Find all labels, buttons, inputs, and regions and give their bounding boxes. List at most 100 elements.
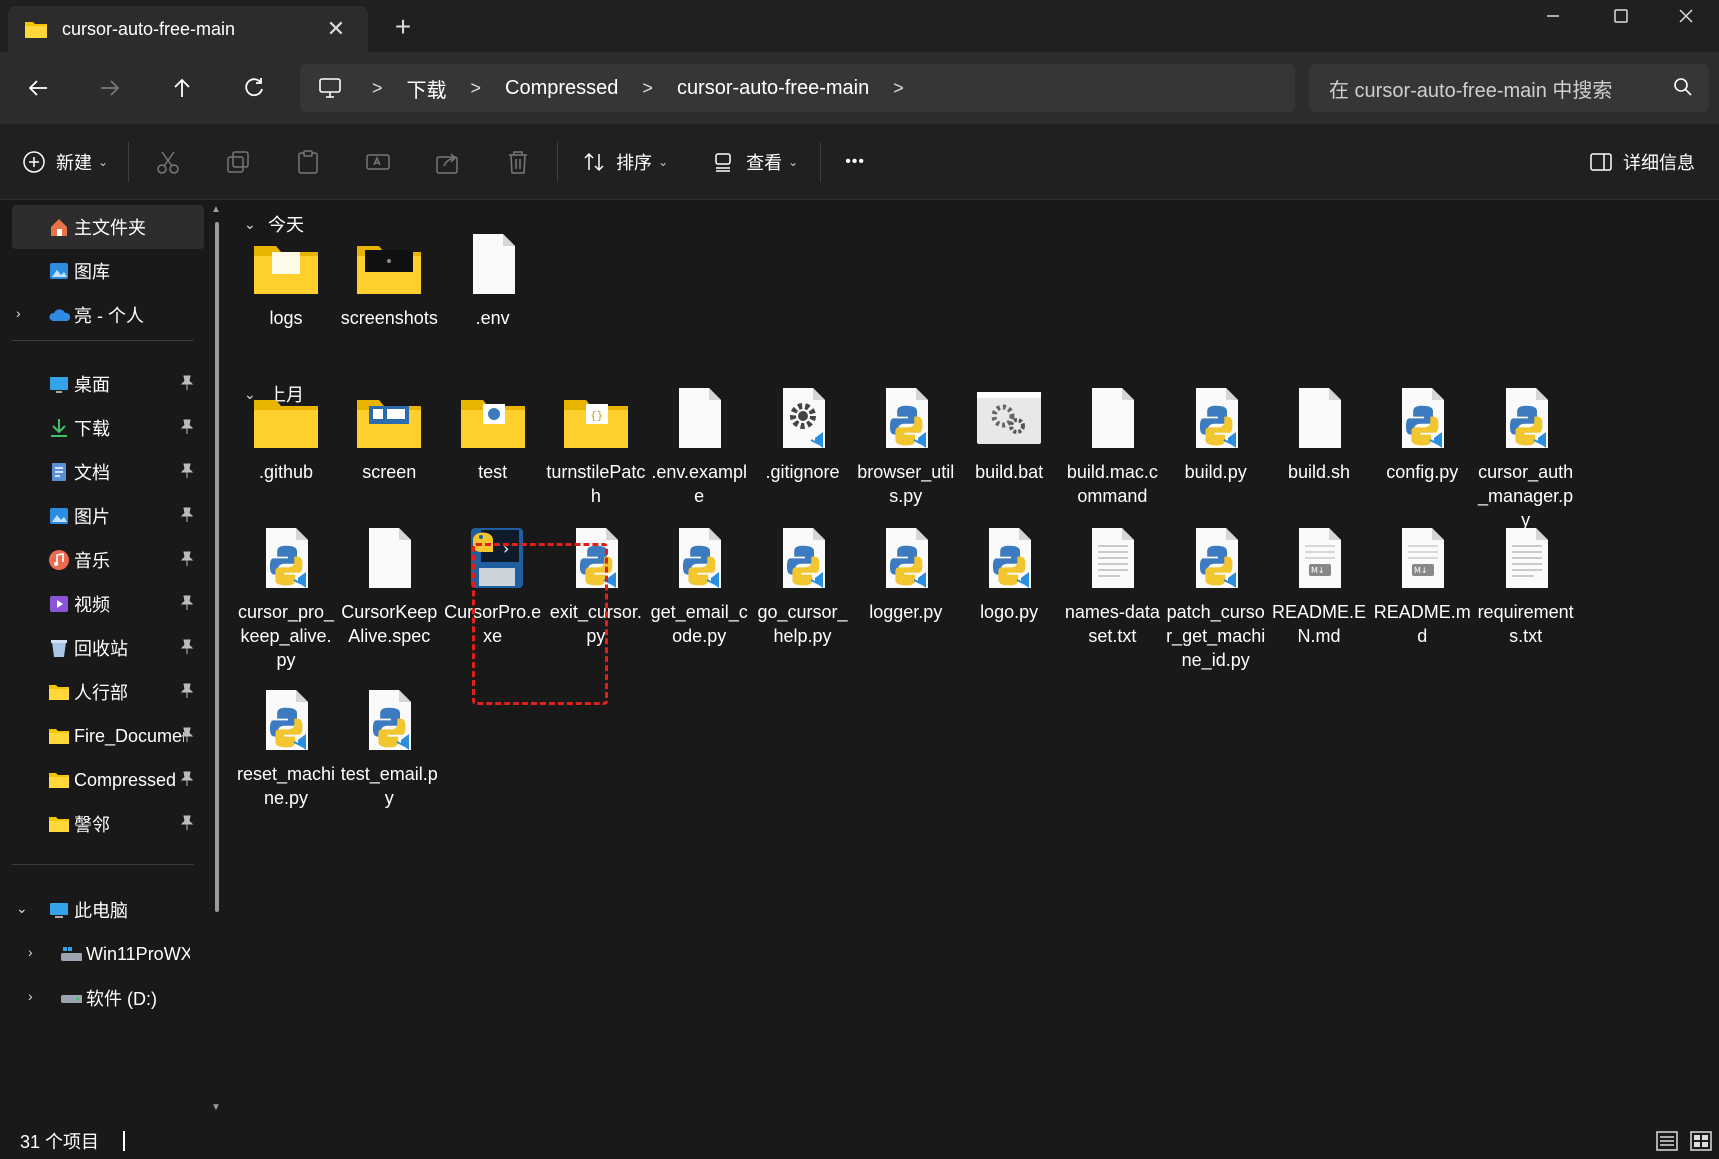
sidebar-item-music[interactable]: 音乐 <box>12 538 204 582</box>
back-button[interactable] <box>18 68 58 108</box>
view-button[interactable]: 查看 ⌄ <box>712 149 798 175</box>
file-item[interactable]: screen <box>337 382 441 484</box>
sidebar-item-this-pc[interactable]: ⌄ 此电脑 <box>12 888 204 932</box>
search-box[interactable]: 在 cursor-auto-free-main 中搜索 <box>1309 64 1709 112</box>
copy-button[interactable] <box>225 149 251 175</box>
pin-icon[interactable] <box>178 638 196 656</box>
file-item[interactable]: .github <box>234 382 338 484</box>
file-item[interactable]: screenshots <box>337 228 441 330</box>
file-item[interactable]: .env <box>441 228 545 330</box>
pin-icon[interactable] <box>178 418 196 436</box>
sidebar-item-recycle-bin[interactable]: 回收站 <box>12 626 204 670</box>
sidebar-item-fire-documents[interactable]: Fire_Documents <box>12 714 204 758</box>
file-item[interactable]: build.mac.command <box>1060 382 1164 508</box>
rename-button[interactable] <box>365 149 391 175</box>
sidebar-item-pictures[interactable]: 图片 <box>12 494 204 538</box>
file-item[interactable]: logo.py <box>957 522 1061 624</box>
scroll-up-arrow[interactable]: ▲ <box>211 204 221 215</box>
breadcrumb-compressed[interactable]: Compressed <box>505 77 618 100</box>
file-name: CursorKeepAlive.spec <box>341 602 438 646</box>
pin-icon[interactable] <box>178 594 196 612</box>
pin-icon[interactable] <box>178 374 196 392</box>
cut-button[interactable] <box>155 149 181 175</box>
file-item[interactable]: browser_utils.py <box>854 382 958 508</box>
breadcrumb-downloads[interactable]: 下载 <box>407 74 447 103</box>
file-item[interactable]: M↓ README.EN.md <box>1267 522 1371 648</box>
sidebar-item-videos[interactable]: 视频 <box>12 582 204 626</box>
details-view-button[interactable] <box>1654 1129 1680 1153</box>
share-button[interactable] <box>435 149 461 175</box>
file-item[interactable]: requirements.txt <box>1474 522 1578 648</box>
breadcrumb-separator[interactable]: > <box>893 78 904 99</box>
up-button[interactable] <box>162 68 202 108</box>
sidebar-item-renhangbu[interactable]: 人行部 <box>12 670 204 714</box>
status-bar: 31 个项目 <box>0 1123 1719 1159</box>
pin-icon[interactable] <box>178 814 196 832</box>
share-icon <box>436 152 458 174</box>
scroll-down-arrow[interactable]: ▼ <box>211 1102 221 1113</box>
close-tab-button[interactable]: ✕ <box>326 18 346 40</box>
chevron-down-icon[interactable]: ⌄ <box>16 900 34 918</box>
pin-icon[interactable] <box>178 550 196 568</box>
sidebar-item-folder[interactable]: 謦邻 <box>12 802 204 846</box>
file-item[interactable]: build.sh <box>1267 382 1371 484</box>
file-item[interactable]: cursor_pro_keep_alive.py <box>234 522 338 672</box>
file-item[interactable]: logs <box>234 228 338 330</box>
details-pane-button[interactable]: 详细信息 <box>1589 149 1695 175</box>
chevron-right-icon[interactable]: › <box>28 988 46 1006</box>
file-item[interactable]: test_email.py <box>337 684 441 810</box>
file-item[interactable]: build.py <box>1164 382 1268 484</box>
pin-icon[interactable] <box>178 462 196 480</box>
sidebar-item-documents[interactable]: 文档 <box>12 450 204 494</box>
sidebar-item-compressed[interactable]: Compressed <box>12 758 204 802</box>
forward-button[interactable] <box>90 68 130 108</box>
file-item[interactable]: {} turnstilePatch <box>544 382 648 508</box>
file-item[interactable]: cursor_auth_manager.py <box>1474 382 1578 532</box>
file-item[interactable]: .env.example <box>647 382 751 508</box>
more-options-button[interactable]: ••• <box>845 153 865 171</box>
file-item[interactable]: build.bat <box>957 382 1061 484</box>
refresh-button[interactable] <box>234 68 274 108</box>
file-item[interactable]: config.py <box>1370 382 1474 484</box>
sort-button[interactable]: 排序 ⌄ <box>582 149 668 175</box>
sidebar-item-drive-c[interactable]: › Win11ProWX64 (C:) <box>12 932 204 976</box>
new-button[interactable]: 新建 ⌄ <box>22 149 108 175</box>
file-item[interactable]: M↓ README.md <box>1370 522 1474 648</box>
file-name: patch_cursor_get_machine_id.py <box>1166 602 1266 670</box>
file-item[interactable]: reset_machine.py <box>234 684 338 810</box>
file-item[interactable]: .gitignore <box>751 382 855 484</box>
pin-icon[interactable] <box>178 770 196 788</box>
file-item[interactable]: patch_cursor_get_machine_id.py <box>1164 522 1268 672</box>
file-item[interactable]: CursorKeepAlive.spec <box>337 522 441 648</box>
address-bar[interactable]: > 下载 > Compressed > cursor-auto-free-mai… <box>300 64 1295 112</box>
chevron-right-icon[interactable]: › <box>16 305 34 323</box>
sidebar-item-downloads[interactable]: 下载 <box>12 406 204 450</box>
file-item[interactable]: names-dataset.txt <box>1060 522 1164 648</box>
active-tab[interactable]: cursor-auto-free-main ✕ <box>8 6 368 52</box>
large-icons-view-button[interactable] <box>1688 1129 1714 1153</box>
delete-button[interactable] <box>505 149 531 175</box>
pin-icon[interactable] <box>178 506 196 524</box>
file-name: build.py <box>1184 462 1247 482</box>
paste-button[interactable] <box>295 149 321 175</box>
new-tab-button[interactable]: + <box>388 12 418 42</box>
file-item[interactable]: go_cursor_help.py <box>751 522 855 648</box>
close-window-button[interactable] <box>1653 0 1719 32</box>
breadcrumb-current-folder[interactable]: cursor-auto-free-main <box>677 77 869 100</box>
minimize-button[interactable] <box>1520 0 1586 32</box>
pin-icon[interactable] <box>178 682 196 700</box>
sidebar-item-desktop[interactable]: 桌面 <box>12 362 204 406</box>
file-item[interactable]: logger.py <box>854 522 958 624</box>
sidebar-item-home[interactable]: 主文件夹 <box>12 205 204 249</box>
sidebar-scrollbar[interactable]: ▲ ▼ <box>211 204 221 1113</box>
file-name: .env <box>475 308 510 328</box>
sidebar-item-gallery[interactable]: 图库 <box>12 249 204 293</box>
pin-icon[interactable] <box>178 726 196 744</box>
chevron-right-icon[interactable]: › <box>28 944 46 962</box>
sidebar-item-drive-d[interactable]: › 软件 (D:) <box>12 976 204 1020</box>
scroll-thumb[interactable] <box>215 222 219 912</box>
maximize-button[interactable] <box>1588 0 1654 32</box>
file-item[interactable]: test <box>441 382 545 484</box>
file-item[interactable]: get_email_code.py <box>647 522 751 648</box>
sidebar-item-onedrive[interactable]: › 亮 - 个人 <box>12 293 204 337</box>
